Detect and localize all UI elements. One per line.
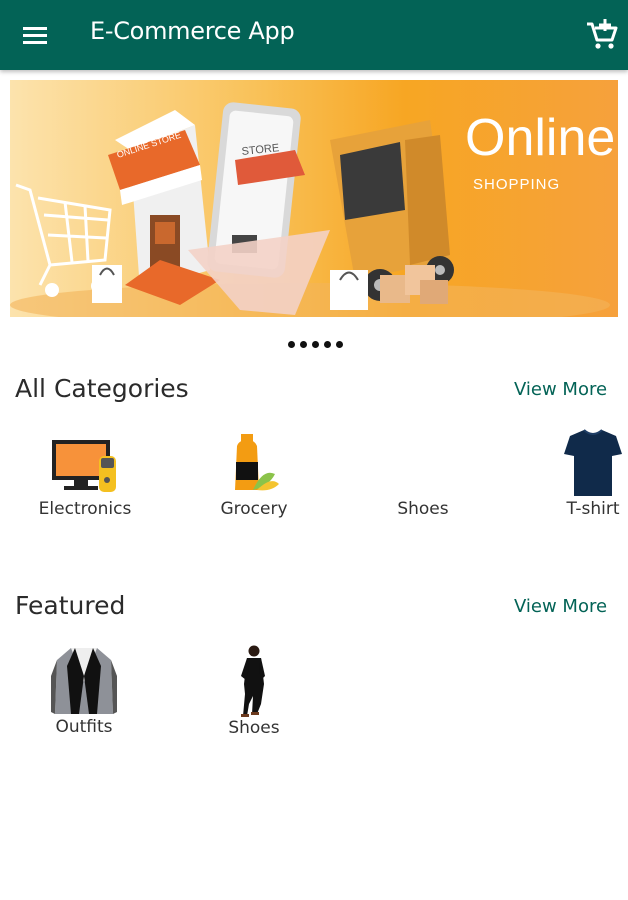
category-tile-tshirt[interactable]: T-shirt — [513, 428, 628, 519]
featured-tile-shoes[interactable]: Shoes — [174, 644, 334, 738]
category-label: Electronics — [38, 499, 132, 519]
carousel-dot[interactable] — [324, 341, 331, 348]
category-label: T-shirt — [566, 499, 620, 519]
category-image-placeholder — [388, 428, 458, 498]
featured-label: Shoes — [228, 718, 280, 738]
carousel-dot[interactable] — [336, 341, 343, 348]
category-label: Grocery — [220, 499, 288, 519]
app-bar: E-Commerce App — [0, 0, 628, 70]
category-tile-electronics[interactable]: Electronics — [5, 428, 165, 519]
storefront-illustration: ONLINE STORE — [108, 110, 220, 305]
computer-icon — [52, 440, 116, 492]
promo-banner[interactable]: ONLINE STORE STORE Online. SHOPPING — [10, 80, 618, 317]
tshirt-icon — [564, 429, 622, 496]
carousel-dot[interactable] — [300, 341, 307, 348]
category-tile-shoes[interactable]: Shoes — [343, 428, 503, 519]
grocery-icon — [235, 434, 279, 491]
blazer-icon — [51, 648, 117, 714]
featured-tile-outfits[interactable]: Outfits — [4, 646, 164, 737]
banner-headline: Online. — [465, 109, 618, 167]
categories-view-more-link[interactable]: View More — [514, 379, 607, 400]
category-label: Shoes — [397, 499, 449, 519]
carousel-dot[interactable] — [288, 341, 295, 348]
app-title: E-Commerce App — [90, 17, 295, 45]
banner-subheadline: SHOPPING — [473, 176, 560, 193]
person-icon — [241, 645, 265, 717]
category-tile-grocery[interactable]: Grocery — [174, 428, 334, 519]
featured-section-title: Featured — [15, 591, 126, 620]
banner-illustration: ONLINE STORE STORE Online. SHOPPING — [10, 102, 618, 317]
categories-section-title: All Categories — [15, 374, 189, 403]
carousel-indicator — [288, 341, 348, 351]
add-shopping-cart-icon[interactable] — [585, 18, 619, 52]
featured-view-more-link[interactable]: View More — [514, 596, 607, 617]
featured-label: Outfits — [55, 717, 113, 737]
carousel-dot[interactable] — [312, 341, 319, 348]
menu-icon[interactable] — [20, 19, 50, 51]
